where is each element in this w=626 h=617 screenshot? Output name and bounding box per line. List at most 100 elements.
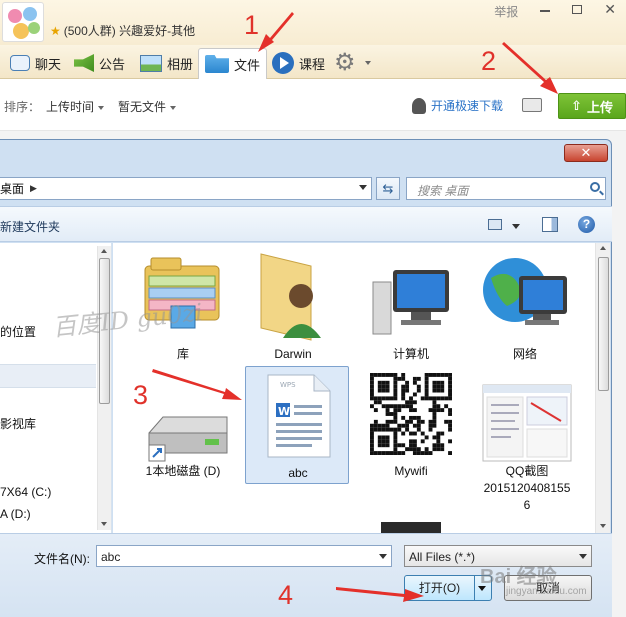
file-label: 网络 (512, 347, 537, 361)
scroll-down-icon[interactable] (101, 522, 107, 526)
nav-item-recent-places[interactable]: 的位置 (0, 323, 36, 340)
filename-input[interactable]: abc (96, 545, 392, 567)
filename-label: 文件名(N): (34, 552, 90, 566)
minimize-icon[interactable] (540, 10, 551, 12)
file-list: 库 Darwin 计算机 网络 1本地磁盘 (D) WPS W abc Mywi… (113, 243, 595, 533)
step-number-4: 4 (278, 580, 294, 610)
filter-dropdown-value: 暂无文件 (118, 100, 167, 114)
chevron-down-icon (98, 105, 105, 110)
search-icon[interactable] (590, 182, 600, 192)
tab-course-label: 课程 (299, 56, 326, 72)
scroll-up-icon[interactable] (600, 246, 606, 250)
scroll-up-icon[interactable] (101, 249, 107, 253)
maximize-icon[interactable] (572, 5, 583, 14)
course-icon (272, 52, 294, 74)
folder-icon (205, 55, 229, 73)
file-label-line-1: QQ截图 (505, 464, 549, 478)
window-controls: 举报 ✕ (494, 2, 616, 20)
svg-text:W: W (278, 405, 290, 418)
filetype-value: All Files (*.*) (409, 550, 476, 564)
upload-arrow-icon: ⇧ (571, 98, 582, 113)
album-icon (140, 54, 162, 72)
navigation-pane: 的位置 影视库 7X64 (C:) A (D:) (0, 243, 112, 533)
tab-album-label: 相册 (167, 56, 194, 72)
new-folder-button[interactable]: 新建文件夹 (0, 218, 60, 235)
file-list-scroll-thumb[interactable] (598, 257, 609, 391)
file-item-network[interactable]: 网络 (473, 248, 577, 368)
tab-course[interactable]: 课程 (266, 48, 331, 78)
open-button[interactable]: 打开(O) (404, 575, 492, 601)
speed-download-link[interactable]: 开通极速下载 (412, 97, 503, 114)
group-title: ★ (500人群) 兴趣爱好-其他 (50, 22, 195, 39)
file-item-darwin[interactable]: Darwin (241, 248, 345, 368)
filter-dropdown[interactable]: 暂无文件 (118, 98, 177, 115)
nav-item-videos[interactable]: 影视库 (0, 415, 36, 432)
file-label: 1本地磁盘 (D) (145, 464, 221, 478)
chat-icon (10, 55, 30, 71)
close-icon[interactable]: ✕ (604, 2, 616, 20)
tab-chat-label: 聊天 (35, 56, 62, 72)
svg-text:WPS: WPS (280, 381, 296, 389)
chevron-down-icon[interactable] (579, 554, 587, 559)
report-link[interactable]: 举报 (494, 3, 518, 20)
tab-announcement[interactable]: 公告 (68, 48, 131, 78)
wps-document-icon: WPS W (267, 374, 331, 458)
breadcrumb-arrow-icon[interactable]: ▶ (30, 183, 37, 194)
nav-item-drive-c[interactable]: 7X64 (C:) (0, 485, 51, 499)
screenshot-thumbnail-icon (482, 384, 572, 462)
address-bar[interactable]: 桌面 ▶ (0, 177, 372, 200)
sort-dropdown[interactable]: 上传时间 (46, 98, 105, 115)
group-title-text: (500人群) 兴趣爱好-其他 (63, 24, 196, 38)
address-current[interactable]: 桌面 (0, 180, 24, 197)
open-button-label[interactable]: 打开(O) (405, 576, 475, 600)
file-item-qq-screenshot[interactable]: QQ截图 2015120408155 6 (475, 371, 579, 512)
file-label: abc (288, 466, 308, 480)
settings-menu[interactable]: ⚙ (328, 48, 377, 78)
dialog-toolbar: 新建文件夹 ? (0, 206, 612, 242)
file-label-line-3: 6 (523, 498, 531, 512)
baidu-jingyan-logo: Bai 经验 (480, 566, 557, 588)
announcement-icon (74, 54, 94, 72)
speed-rocket-icon (412, 97, 426, 114)
preview-pane-icon[interactable] (542, 217, 558, 232)
dialog-close-button[interactable]: ✕ (564, 144, 608, 162)
file-label: 库 (176, 347, 189, 361)
file-label: Mywifi (394, 464, 428, 478)
chevron-down-icon (170, 105, 177, 110)
search-placeholder: 搜索 桌面 (417, 184, 469, 198)
search-input[interactable]: 搜索 桌面 (406, 177, 606, 200)
close-icon: ✕ (580, 145, 592, 160)
nav-scrollbar[interactable] (97, 246, 111, 530)
star-icon: ★ (50, 23, 61, 38)
file-item-computer[interactable]: 计算机 (359, 248, 463, 368)
network-icon (483, 258, 567, 325)
file-list-scrollbar[interactable] (595, 243, 610, 533)
user-folder-icon (260, 253, 321, 341)
tab-album[interactable]: 相册 (134, 48, 199, 78)
group-avatar[interactable] (2, 2, 44, 42)
cloud-drive-icon[interactable] (522, 98, 542, 112)
file-label-line-2: 2015120408155 (483, 481, 571, 495)
speed-download-label: 开通极速下载 (431, 99, 504, 113)
refresh-button[interactable]: ⇆ (376, 177, 400, 200)
file-item-mywifi[interactable]: Mywifi (359, 371, 463, 491)
tab-files[interactable]: 文件 (198, 48, 268, 79)
chevron-down-icon[interactable] (512, 224, 520, 229)
tab-chat[interactable]: 聊天 (4, 48, 67, 78)
sort-dropdown-value: 上传时间 (46, 100, 95, 114)
change-view-icon[interactable] (488, 219, 502, 230)
upload-button-label: 上传 (586, 99, 613, 115)
qq-title-bar: ★ (500人群) 兴趣爱好-其他 举报 ✕ (0, 0, 626, 45)
upload-button[interactable]: ⇧ 上传 (558, 93, 626, 119)
file-item-abc[interactable]: WPS W abc (245, 366, 349, 484)
nav-divider (0, 364, 96, 388)
file-label: Darwin (274, 347, 312, 361)
scroll-down-icon[interactable] (600, 524, 606, 528)
address-history-dropdown-icon[interactable] (359, 185, 367, 190)
computer-icon (372, 270, 449, 335)
nav-item-drive-d[interactable]: A (D:) (0, 507, 31, 521)
tab-files-label: 文件 (234, 57, 261, 73)
tab-announcement-label: 公告 (99, 56, 126, 72)
help-icon[interactable]: ? (578, 216, 595, 233)
chevron-down-icon[interactable] (379, 554, 387, 559)
